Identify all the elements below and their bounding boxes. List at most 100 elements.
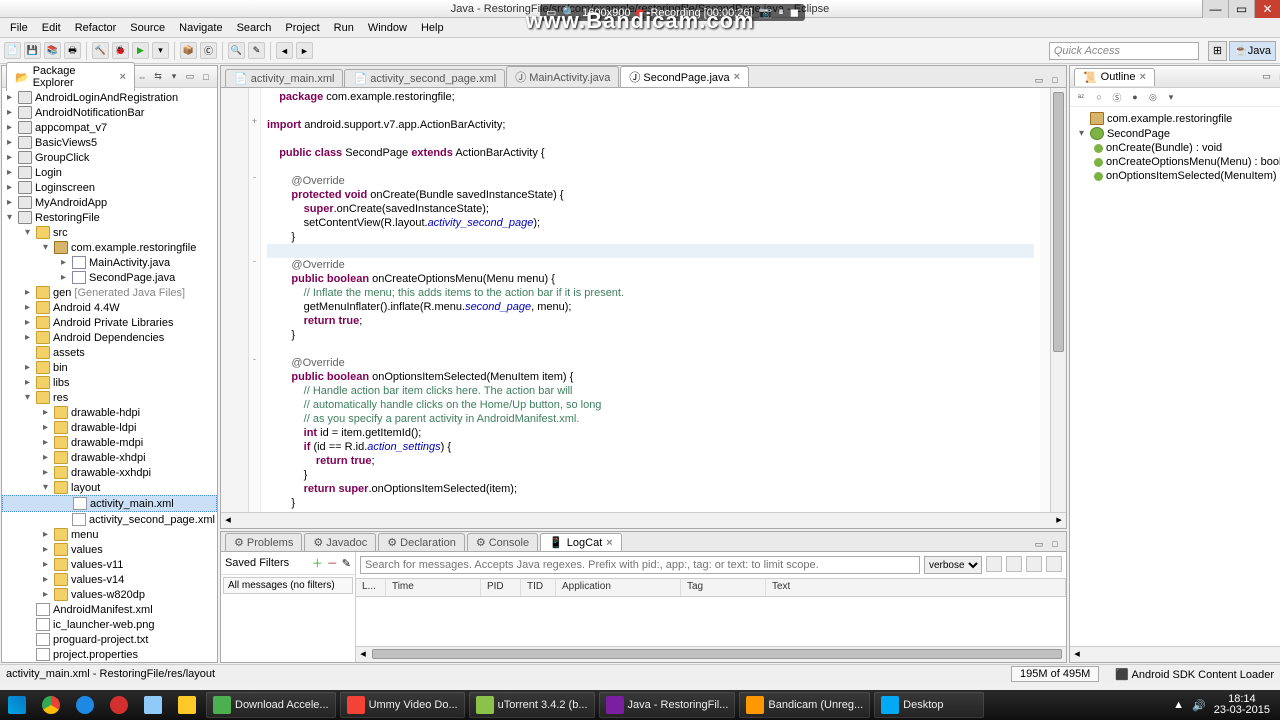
taskbar-app[interactable]: Bandicam (Unreg... [739,692,870,718]
hide-local-icon[interactable]: ◎ [1146,90,1160,104]
tree-item[interactable]: activity_second_page.xml [2,512,217,527]
taskbar-app[interactable]: uTorrent 3.4.2 (b... [469,692,595,718]
view-tab-logcat[interactable]: 📱 LogCat × [540,533,622,551]
hide-static-icon[interactable]: Ⓢ [1110,90,1124,104]
tree-item[interactable]: ▸values [2,542,217,557]
tree-item[interactable]: ▾src [2,225,217,240]
add-filter-icon[interactable]: ＋ [312,555,323,571]
new-package-button[interactable]: 📦 [180,42,197,59]
hide-fields-icon[interactable]: ○ [1092,90,1106,104]
log-column-header[interactable]: Time [386,579,481,596]
edit-filter-icon[interactable]: ✎ [342,557,351,570]
maximize-bottom-icon[interactable]: □ [1048,537,1062,551]
minimize-button[interactable]: — [1202,0,1228,18]
tree-item[interactable]: AndroidManifest.xml [2,602,217,617]
run-button[interactable]: ▶ [132,42,149,59]
menu-search[interactable]: Search [231,20,278,36]
tree-item[interactable]: ▸menu [2,527,217,542]
editor-tab[interactable]: 📄 activity_second_page.xml [344,69,505,87]
chrome-icon[interactable] [36,692,66,718]
vertical-scrollbar[interactable] [1050,88,1066,512]
explorer-icon[interactable] [172,692,202,718]
tree-item[interactable]: ▸values-w820dp [2,587,217,602]
print-button[interactable]: 🖶 [64,42,81,59]
close-icon[interactable]: × [1140,71,1146,83]
save-log-icon[interactable] [986,556,1002,572]
ie-icon[interactable] [70,692,100,718]
log-column-header[interactable]: Tag [681,579,766,596]
view-tab-declaration[interactable]: ⚙ Declaration [378,533,465,551]
tree-item[interactable]: ▸MainActivity.java [2,255,217,270]
filter-icon[interactable]: ▾ [1164,90,1178,104]
tree-item[interactable]: assets [2,345,217,360]
folding-ruler[interactable]: +--- [249,88,261,512]
outline-tree[interactable]: com.example.restoringfile ▾SecondPage on… [1070,107,1280,646]
tree-item[interactable]: ▸drawable-ldpi [2,420,217,435]
new-class-button[interactable]: Ⓒ [200,42,217,59]
filter-all-messages[interactable]: All messages (no filters) [223,577,353,594]
tree-item[interactable]: ▸drawable-mdpi [2,435,217,450]
tree-item[interactable]: ▸SecondPage.java [2,270,217,285]
remove-filter-icon[interactable]: － [327,555,338,571]
minimize-bottom-icon[interactable]: ▭ [1032,537,1046,551]
tree-item[interactable]: ▸MyAndroidApp [2,195,217,210]
logcat-level-select[interactable]: verbose [924,556,982,574]
minimize-editor-icon[interactable]: ▭ [1032,73,1046,87]
scroll-lock-icon[interactable] [1026,556,1042,572]
start-button[interactable] [2,692,32,718]
tree-item[interactable]: ▸values-v14 [2,572,217,587]
search-button[interactable]: 🔍 [228,42,245,59]
project-tree[interactable]: ▸AndroidLoginAndRegistration▸AndroidNoti… [2,88,217,662]
heap-status[interactable]: 195M of 495M [1011,666,1099,682]
opera-icon[interactable] [104,692,134,718]
tree-item[interactable]: ▸Android 4.4W [2,300,217,315]
tree-item[interactable]: ▸appcompat_v7 [2,120,217,135]
code-content[interactable]: package com.example.restoringfile; impor… [261,88,1040,512]
save-button[interactable]: 💾 [24,42,41,59]
save-all-button[interactable]: 📚 [44,42,61,59]
tree-item[interactable]: ▾res [2,390,217,405]
minimize-view-icon[interactable]: ▭ [183,70,197,84]
back-button[interactable]: ◄ [276,42,293,59]
view-menu-icon[interactable]: ▾ [167,70,181,84]
tree-item[interactable]: ▸Loginscreen [2,180,217,195]
maximize-button[interactable]: ▭ [1228,0,1254,18]
outline-hscrollbar[interactable]: ◂▸ [1070,646,1280,662]
taskbar-app[interactable]: Download Accele... [206,692,336,718]
editor-tab[interactable]: 📄 activity_main.xml [225,69,344,87]
tree-item[interactable]: ▸GroupClick [2,150,217,165]
close-icon[interactable]: × [120,71,126,83]
menu-source[interactable]: Source [124,20,171,36]
taskbar-app[interactable]: Java - RestoringFil... [599,692,736,718]
log-column-header[interactable]: TID [521,579,556,596]
taskbar-app[interactable]: Desktop [874,692,984,718]
tree-item[interactable]: ▾com.example.restoringfile [2,240,217,255]
menu-run[interactable]: Run [328,20,360,36]
build-button[interactable]: 🔨 [92,42,109,59]
tree-item[interactable]: ▸AndroidLoginAndRegistration [2,90,217,105]
export-log-icon[interactable] [1046,556,1062,572]
menu-window[interactable]: Window [362,20,413,36]
tree-item[interactable]: ▸AndroidNotificationBar [2,105,217,120]
notepad-icon[interactable] [138,692,168,718]
view-tab-console[interactable]: ⚙ Console [467,533,538,551]
hide-nonpublic-icon[interactable]: ● [1128,90,1142,104]
editor-tab[interactable]: Ⓙ SecondPage.java × [620,66,749,87]
run-last-button[interactable]: ▾ [152,42,169,59]
tree-item[interactable]: ▸BasicViews5 [2,135,217,150]
log-column-header[interactable]: L... [356,579,386,596]
open-perspective-button[interactable]: ⊞ [1208,41,1227,61]
menu-project[interactable]: Project [279,20,325,36]
tree-item[interactable]: ▸drawable-xxhdpi [2,465,217,480]
minimize-outline-icon[interactable]: ▭ [1260,70,1274,84]
logcat-search-input[interactable] [360,556,920,574]
tree-item[interactable]: ▸bin [2,360,217,375]
code-editor[interactable]: +--- package com.example.restoringfile; … [221,88,1066,512]
taskbar-app[interactable]: Ummy Video Do... [340,692,465,718]
sort-icon[interactable]: ᵃᶻ [1074,90,1088,104]
menu-file[interactable]: File [4,20,34,36]
java-perspective-button[interactable]: ☕ Java [1229,41,1276,61]
outline-tab[interactable]: 📜 Outline × [1074,68,1155,86]
editor-tab[interactable]: Ⓙ MainActivity.java [506,66,619,87]
tree-item[interactable]: ▾RestoringFile [2,210,217,225]
